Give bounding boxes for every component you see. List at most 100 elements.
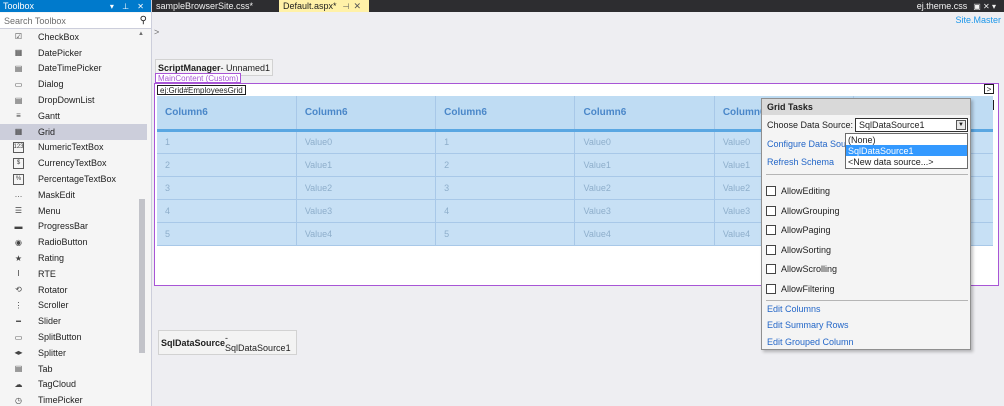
grid-column-header[interactable]: Column6 <box>157 96 297 132</box>
toolbox-item-rte[interactable]: I RTE <box>0 266 147 282</box>
toolbox-item-percentagetextbox[interactable]: % PercentageTextBox <box>0 171 147 187</box>
close-icon[interactable]: ✕ <box>354 1 362 12</box>
grid-cell[interactable]: Value3 <box>295 199 436 223</box>
toolbox-item-dialog[interactable]: ▭ Dialog <box>0 76 147 92</box>
script-manager-id: - Unnamed1 <box>220 62 271 73</box>
dropdown-option[interactable]: SqlDataSource1 <box>846 145 967 156</box>
checkbox-icon[interactable] <box>766 186 776 196</box>
tab-window-controls[interactable]: ▣ ✕ ▾ <box>973 2 996 11</box>
grid-cell[interactable]: Value2 <box>295 176 436 200</box>
toolbox-item-label: CurrencyTextBox <box>38 158 107 169</box>
dropdown-option[interactable]: <New data source...> <box>846 156 967 167</box>
allow-editing-checkbox[interactable]: AllowEditing <box>766 186 830 196</box>
grid-column-header[interactable]: Column6 <box>435 96 575 132</box>
toolbox-item-timepicker[interactable]: ◷ TimePicker <box>0 392 147 406</box>
smart-tag-button[interactable]: > <box>984 84 994 94</box>
toolbox-item-radiobutton[interactable]: ◉ RadioButton <box>0 234 147 250</box>
grid-cell[interactable]: Value4 <box>574 222 715 246</box>
toolbox-scroll-thumb[interactable] <box>139 199 145 353</box>
chevron-down-icon[interactable]: ▼ <box>956 120 966 130</box>
toolbox-item-dropdownlist[interactable]: ▤ DropDownList <box>0 92 147 108</box>
toolbox-item-datepicker[interactable]: ▦ DatePicker <box>0 45 147 61</box>
tab-label: Default.aspx* <box>283 1 337 11</box>
grid-cell[interactable]: 1 <box>157 130 297 154</box>
toolbox-item-gantt[interactable]: ≡ Gantt <box>0 108 147 124</box>
toolbox-item-numerictextbox[interactable]: 123 NumericTextBox <box>0 140 147 156</box>
allow-filtering-checkbox[interactable]: AllowFiltering <box>766 284 835 294</box>
toolbox-item-label: Slider <box>38 316 62 327</box>
allow-sorting-checkbox[interactable]: AllowSorting <box>766 245 831 255</box>
toolbox-item-tagcloud[interactable]: ☁ TagCloud <box>0 377 147 393</box>
toolbox-item-progressbar[interactable]: ▬ ProgressBar <box>0 219 147 235</box>
grid-control-tag[interactable]: ej:Grid#EmployeesGrid <box>157 85 246 95</box>
toolbox-item-grid[interactable]: ▦ Grid <box>0 123 147 140</box>
refresh-schema-link[interactable]: Refresh Schema <box>767 157 834 167</box>
pin-icon[interactable]: ⊣ <box>343 2 350 11</box>
grid-cell[interactable]: Value0 <box>295 130 436 154</box>
main-content-tag[interactable]: MainContent (Custom) <box>155 73 242 83</box>
checkbox-icon[interactable] <box>766 206 776 216</box>
tab-default-aspx[interactable]: Default.aspx* ⊣ ✕ <box>279 0 369 12</box>
allow-scrolling-checkbox[interactable]: AllowScrolling <box>766 264 837 274</box>
tab-sample-browser-css[interactable]: sampleBrowserSite.css* <box>152 0 275 12</box>
dialog-icon: ▭ <box>14 79 23 89</box>
toolbox-item-label: Gantt <box>38 110 61 121</box>
grid-cell[interactable]: Value1 <box>574 153 715 177</box>
toolbox-item-label: Rating <box>38 253 65 264</box>
toolbox-item-tab[interactable]: ▤ Tab <box>0 361 147 377</box>
grid-cell[interactable]: 5 <box>157 222 297 246</box>
grid-cell[interactable]: Value3 <box>574 199 715 223</box>
grid-cell[interactable]: 2 <box>435 153 575 177</box>
dropdown-option[interactable]: (None) <box>846 134 967 145</box>
tab-ej-theme-css[interactable]: ej.theme.css ▣ ✕ ▾ <box>913 0 1000 12</box>
data-source-select[interactable]: SqlDataSource1 ▼ <box>855 118 968 132</box>
grid-cell[interactable]: 3 <box>157 176 297 200</box>
percentagetextbox-icon: % <box>13 173 24 185</box>
grid-cell[interactable]: Value1 <box>295 153 436 177</box>
toolbox-scrollbar[interactable]: ▲ <box>138 31 146 405</box>
toolbox-item-splitbutton[interactable]: ▭ SplitButton <box>0 329 147 345</box>
grid-cell[interactable]: 4 <box>435 199 575 223</box>
grid-column-header[interactable]: Column6 <box>574 96 715 132</box>
grid-column-header[interactable]: Column6 <box>295 96 436 132</box>
sql-data-source-type: SqlDataSource <box>161 337 226 348</box>
configure-data-source-link[interactable]: Configure Data Sou <box>767 139 846 149</box>
grid-cell[interactable]: Value4 <box>295 222 436 246</box>
checkbox-icon[interactable] <box>766 284 776 294</box>
site-master-link[interactable]: Site.Master <box>955 15 1001 25</box>
datepicker-icon: ▦ <box>14 48 23 58</box>
checkbox-icon[interactable] <box>766 245 776 255</box>
toolbox-item-menu[interactable]: ☰ Menu <box>0 203 147 219</box>
edit-summary-rows-link[interactable]: Edit Summary Rows <box>767 320 849 330</box>
toolbox-item-maskedit[interactable]: … MaskEdit <box>0 187 147 203</box>
edit-columns-link[interactable]: Edit Columns <box>767 304 821 314</box>
toolbox-search-input[interactable]: Search Toolbox ⚲ <box>0 13 151 29</box>
grid-cell[interactable]: Value2 <box>574 176 715 200</box>
toolbox-item-splitter[interactable]: ◂▸ Splitter <box>0 345 147 361</box>
toolbox-item-rating[interactable]: ★ Rating <box>0 250 147 266</box>
toolbox-item-currencytextbox[interactable]: $ CurrencyTextBox <box>0 155 147 171</box>
grid-cell[interactable]: 3 <box>435 176 575 200</box>
scroll-up-icon[interactable]: ▲ <box>138 31 144 37</box>
search-icon[interactable]: ⚲ <box>140 15 147 26</box>
toolbox-item-label: CheckBox <box>38 31 80 42</box>
grid-cell[interactable]: 2 <box>157 153 297 177</box>
edit-grouped-column-link[interactable]: Edit Grouped Column <box>767 337 854 347</box>
grid-cell[interactable]: 5 <box>435 222 575 246</box>
grid-cell[interactable]: 1 <box>435 130 575 154</box>
grid-cell[interactable]: Value0 <box>574 130 715 154</box>
sql-data-source-control[interactable]: SqlDataSource - SqlDataSource1 <box>158 330 297 355</box>
checkbox-icon[interactable] <box>766 264 776 274</box>
allow-paging-checkbox[interactable]: AllowPaging <box>766 225 831 235</box>
allow-grouping-checkbox[interactable]: AllowGrouping <box>766 206 840 216</box>
toolbox-item-scroller[interactable]: ⋮ Scroller <box>0 298 147 314</box>
toolbox-item-slider[interactable]: ━ Slider <box>0 313 147 329</box>
grid-cell[interactable]: 4 <box>157 199 297 223</box>
toolbox-window-controls[interactable]: ▾ ⊥ ✕ <box>110 2 151 11</box>
checkbox-icon[interactable] <box>766 225 776 235</box>
toolbox-item-label: Tab <box>38 363 53 374</box>
toolbox-item-checkbox[interactable]: ☑ CheckBox <box>0 29 147 45</box>
toolbox-item-rotator[interactable]: ⟲ Rotator <box>0 282 147 298</box>
toolbox-item-datetimepicker[interactable]: ▤ DateTimePicker <box>0 61 147 77</box>
checkbox-label: AllowFiltering <box>781 284 835 294</box>
